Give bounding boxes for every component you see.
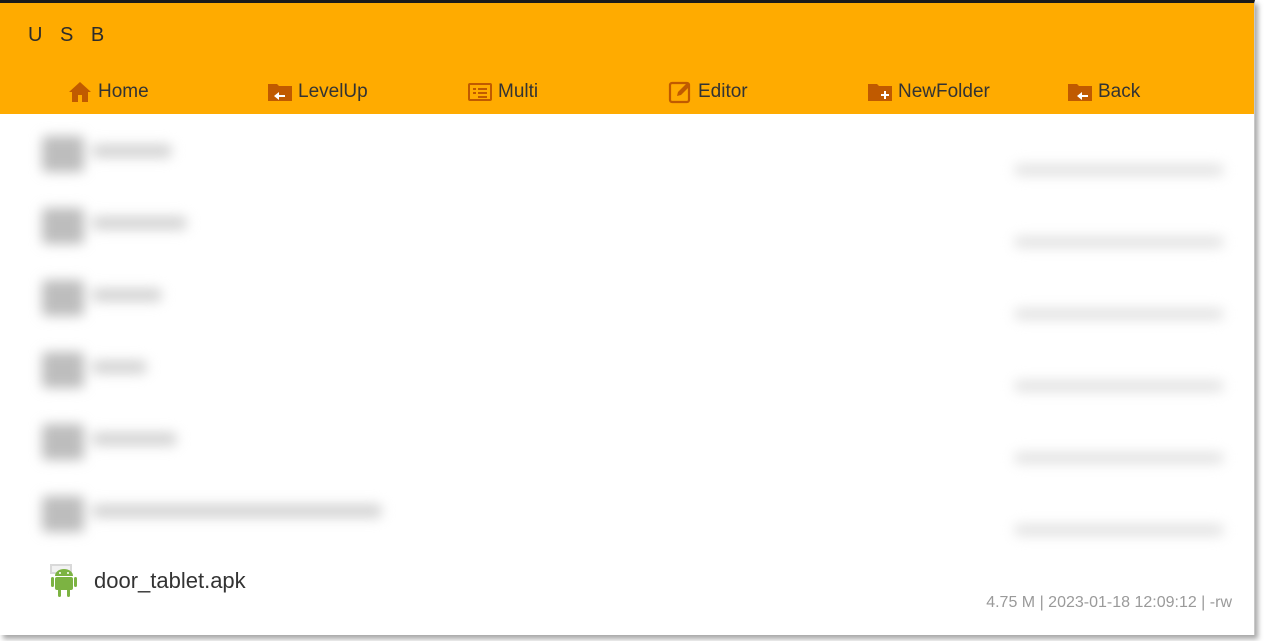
file-manager-window: U S B Home LevelUp Multi Editor NewFolde… [0, 0, 1255, 635]
list-item-apk[interactable]: door_tablet.apk 4.75 M | 2023-01-18 12:0… [24, 554, 1244, 626]
list-item[interactable] [24, 330, 1244, 400]
multi-select-icon [468, 83, 492, 101]
list-item[interactable] [24, 258, 1244, 328]
edit-icon [668, 81, 691, 104]
list-item[interactable] [24, 402, 1244, 472]
list-item[interactable] [24, 474, 1244, 544]
folder-icon [42, 424, 84, 460]
folder-back-icon [1068, 84, 1092, 101]
folder-icon [42, 208, 84, 244]
levelup-label: LevelUp [298, 81, 368, 102]
folder-add-icon [868, 84, 892, 101]
home-icon [69, 82, 91, 102]
folder-icon [42, 496, 84, 532]
toolbar: Home LevelUp Multi Editor NewFolder Back [0, 77, 1254, 107]
page-title: U S B [28, 24, 111, 46]
file-list-blurred [24, 114, 1244, 554]
app-bar: U S B Home LevelUp Multi Editor NewFolde… [0, 3, 1254, 114]
back-label: Back [1098, 81, 1141, 102]
newfolder-label: NewFolder [898, 81, 990, 102]
editor-label: Editor [698, 81, 748, 102]
file-name: door_tablet.apk [94, 568, 246, 593]
multi-button[interactable]: Multi [467, 77, 538, 107]
editor-button[interactable]: Editor [667, 77, 748, 107]
back-button[interactable]: Back [1067, 77, 1140, 107]
folder-icon [42, 352, 84, 388]
multi-label: Multi [498, 81, 539, 102]
levelup-button[interactable]: LevelUp [267, 77, 368, 107]
file-meta: 4.75 M | 2023-01-18 12:09:12 | -rw [986, 594, 1232, 611]
folder-icon [42, 280, 84, 316]
android-apk-icon [50, 564, 77, 597]
list-item[interactable] [24, 114, 1244, 184]
folder-icon [42, 136, 84, 172]
folder-levelup-icon [268, 84, 292, 101]
newfolder-button[interactable]: NewFolder [867, 77, 990, 107]
home-label: Home [98, 81, 149, 102]
home-button[interactable]: Home [67, 77, 149, 107]
list-item[interactable] [24, 186, 1244, 256]
